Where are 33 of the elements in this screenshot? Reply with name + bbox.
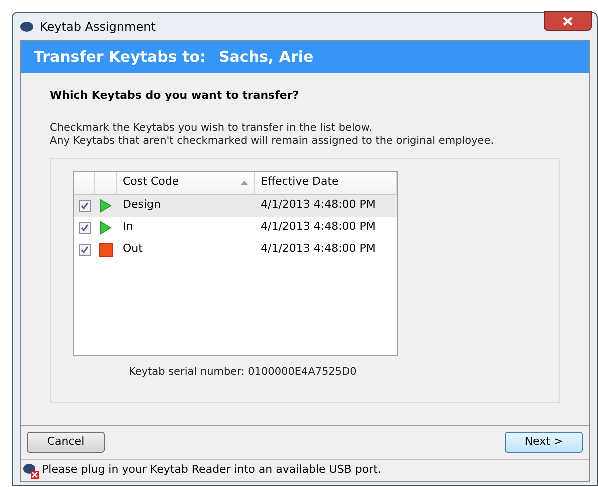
cancel-button[interactable]: Cancel <box>27 432 105 453</box>
instruction-text: Checkmark the Keytabs you wish to transfer in the list below. <box>50 122 374 134</box>
table-cell-text: 4/1/2013 4:48:00 PM <box>260 197 377 214</box>
status-message: Please plug in your Keytab Reader into an available USB port. <box>42 462 382 478</box>
checkmark-icon <box>80 202 88 210</box>
checkmark-icon <box>80 246 88 254</box>
stop-icon <box>99 242 113 256</box>
reader-error-icon <box>23 462 39 478</box>
checkbox[interactable] <box>78 244 90 256</box>
table-cell-text: Out <box>122 241 144 258</box>
question-text: Which Keytabs do you want to transfer? <box>50 88 300 104</box>
checkmark-icon <box>80 224 88 232</box>
close-button[interactable] <box>544 11 592 31</box>
sort-ascending-icon <box>241 180 248 184</box>
table-cell-text: 4/1/2013 4:48:00 PM <box>260 219 377 236</box>
table-cell-text: Design <box>122 197 162 214</box>
close-icon <box>563 16 573 26</box>
employee-name: Sachs, Arie <box>219 46 314 68</box>
table-cell-text: 4/1/2013 4:48:00 PM <box>260 241 377 258</box>
table-cell-text: In <box>122 219 134 236</box>
checkbox[interactable] <box>78 222 90 234</box>
column-header[interactable]: Cost Code <box>117 172 255 194</box>
header-label: Transfer Keytabs to: <box>34 46 206 68</box>
checkbox[interactable] <box>78 200 90 212</box>
table-row[interactable]: Design 4/1/2013 4:48:00 PM <box>74 194 397 216</box>
window-title: Keytab Assignment <box>40 18 156 36</box>
next-button[interactable]: Next > <box>505 432 583 453</box>
keytab-icon <box>20 20 34 32</box>
serial-number: Keytab serial number: 0100000E4A7525D0 <box>129 364 357 380</box>
instruction-text: Any Keytabs that aren't checkmarked will remain assigned to the original employee. <box>50 134 496 148</box>
play-icon <box>100 198 112 212</box>
play-icon <box>100 220 112 234</box>
column-header[interactable]: Effective Date <box>255 172 397 194</box>
